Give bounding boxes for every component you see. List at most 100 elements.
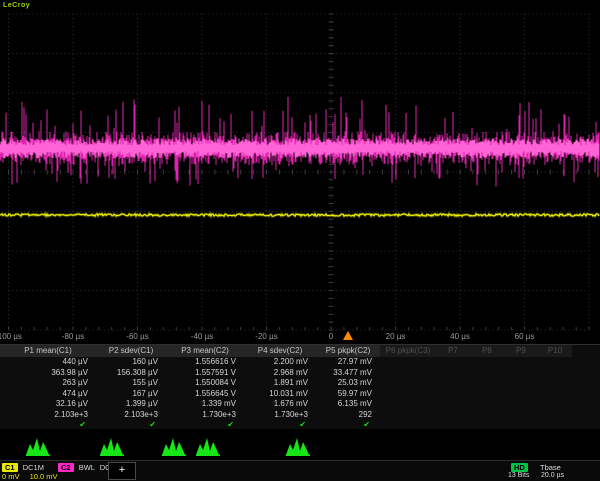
measurement-value [436,357,470,368]
measurement-value: 2.200 mV [244,357,316,368]
measurement-value: 474 µV [0,389,96,400]
oscilloscope-screen: LeCroy -100 µs -80 µs -60 µs -40 µs -20 µs 0 2… [0,0,600,480]
measurement-value [538,410,572,421]
measurement-value [380,399,436,410]
c1-descriptor[interactable]: C1 DC1M [2,463,44,472]
logo: LeCroy [3,2,30,9]
histicon[interactable] [196,436,220,461]
measurement-value [380,368,436,379]
measurement-value: 59.97 mV [316,389,380,400]
measurement-value: 1.891 mV [244,378,316,389]
measurement-value [436,399,470,410]
histicon-row [0,429,600,460]
measurement-value: 2.103e+3 [96,410,166,421]
measurement-value: 6.135 mV [316,399,380,410]
measurement-value: 1.399 µV [96,399,166,410]
measurement-value [538,389,572,400]
param-header[interactable]: P3 mean(C2) [166,345,244,357]
waveform-display [0,0,600,344]
param-header[interactable]: P6 pkpk(C3) [380,345,436,357]
measurement-value [470,389,504,400]
measurement-value [470,410,504,421]
bottom-bar: C1 DC1M 0 mV 10.0 mV C2 BWL DC1M + HD 13… [0,460,600,481]
time-label: -20 µs [255,332,277,341]
param-header[interactable]: P2 sdev(C1) [96,345,166,357]
measurement-value [380,389,436,400]
measurement-value: 440 µV [0,357,96,368]
measurement-value: 1.556616 V [166,357,244,368]
measurement-value: 155 µV [96,378,166,389]
histicon[interactable] [100,436,124,461]
measurement-value: 10.031 mV [244,389,316,400]
tbase-value: 20.0 µs [541,472,564,479]
param-header[interactable]: P8 [470,345,504,357]
measurement-value: 167 µV [96,389,166,400]
measurement-value: 2.968 mV [244,368,316,379]
measurement-value [538,378,572,389]
measurement-table: P1 mean(C1)P2 sdev(C1)P3 mean(C2)P4 sdev… [0,344,600,430]
measurement-value [538,357,572,368]
measurement-value: 1.730e+3 [166,410,244,421]
tbase-label[interactable]: Tbase [540,463,561,472]
time-axis: -100 µs -80 µs -60 µs -40 µs -20 µs 0 20 µs 40 … [0,330,600,344]
measurement-value: 1.339 mV [166,399,244,410]
measurement-value: 2.103e+3 [0,410,96,421]
param-header[interactable]: P5 pkpk(C2) [316,345,380,357]
measurement-value [470,357,504,368]
param-header[interactable]: P1 mean(C1) [0,345,96,357]
measurement-value [504,368,538,379]
measurement-value [470,378,504,389]
measurement-value [470,368,504,379]
measurement-value: 1.550084 V [166,378,244,389]
measurement-value [538,399,572,410]
measurement-value: 156.308 µV [96,368,166,379]
measurement-value [436,378,470,389]
c2-badge[interactable]: C2 [58,463,74,472]
histicon[interactable] [162,436,186,461]
measurement-value: 292 [316,410,380,421]
measurement-value [436,410,470,421]
measurement-value: 32.16 µV [0,399,96,410]
time-label: 60 µs [515,332,535,341]
histicon[interactable] [286,436,310,461]
time-label: -100 µs [0,332,22,341]
measurement-value [504,389,538,400]
c1-badge[interactable]: C1 [2,463,18,472]
measurement-value [436,389,470,400]
crosshair-marker[interactable]: + [108,462,136,480]
measurement-value [504,399,538,410]
time-label: -60 µs [126,332,148,341]
measurement-value: 1.730e+3 [244,410,316,421]
c2-bwl: BWL [79,463,95,472]
time-label: 20 µs [386,332,406,341]
time-label: 40 µs [450,332,470,341]
measurement-value: 1.676 mV [244,399,316,410]
measurement-value: 1.556645 V [166,389,244,400]
measurement-value: 33.477 mV [316,368,380,379]
time-label: -80 µs [62,332,84,341]
c1-coupling: DC1M [23,463,44,472]
hd-bits: 13 Bits [508,472,529,479]
measurement-value [436,368,470,379]
measurement-value: 160 µV [96,357,166,368]
param-header[interactable]: P4 sdev(C2) [244,345,316,357]
measurement-value: 25.03 mV [316,378,380,389]
measurement-value [380,378,436,389]
measurement-value [504,378,538,389]
measurement-value [380,410,436,421]
histicon[interactable] [26,436,50,461]
measurement-value [538,368,572,379]
param-header[interactable]: P9 [504,345,538,357]
measurement-value: 363.98 µV [0,368,96,379]
measurement-value [470,399,504,410]
param-header[interactable]: P10 [538,345,572,357]
param-header[interactable]: P7 [436,345,470,357]
hd-badge[interactable]: HD [511,463,528,472]
measurement-value [504,410,538,421]
measurement-value: 263 µV [0,378,96,389]
measurement-value: 1.557591 V [166,368,244,379]
measurement-value [504,357,538,368]
time-label: -40 µs [191,332,213,341]
measurement-value: 27.97 mV [316,357,380,368]
time-label: 0 [329,332,333,341]
